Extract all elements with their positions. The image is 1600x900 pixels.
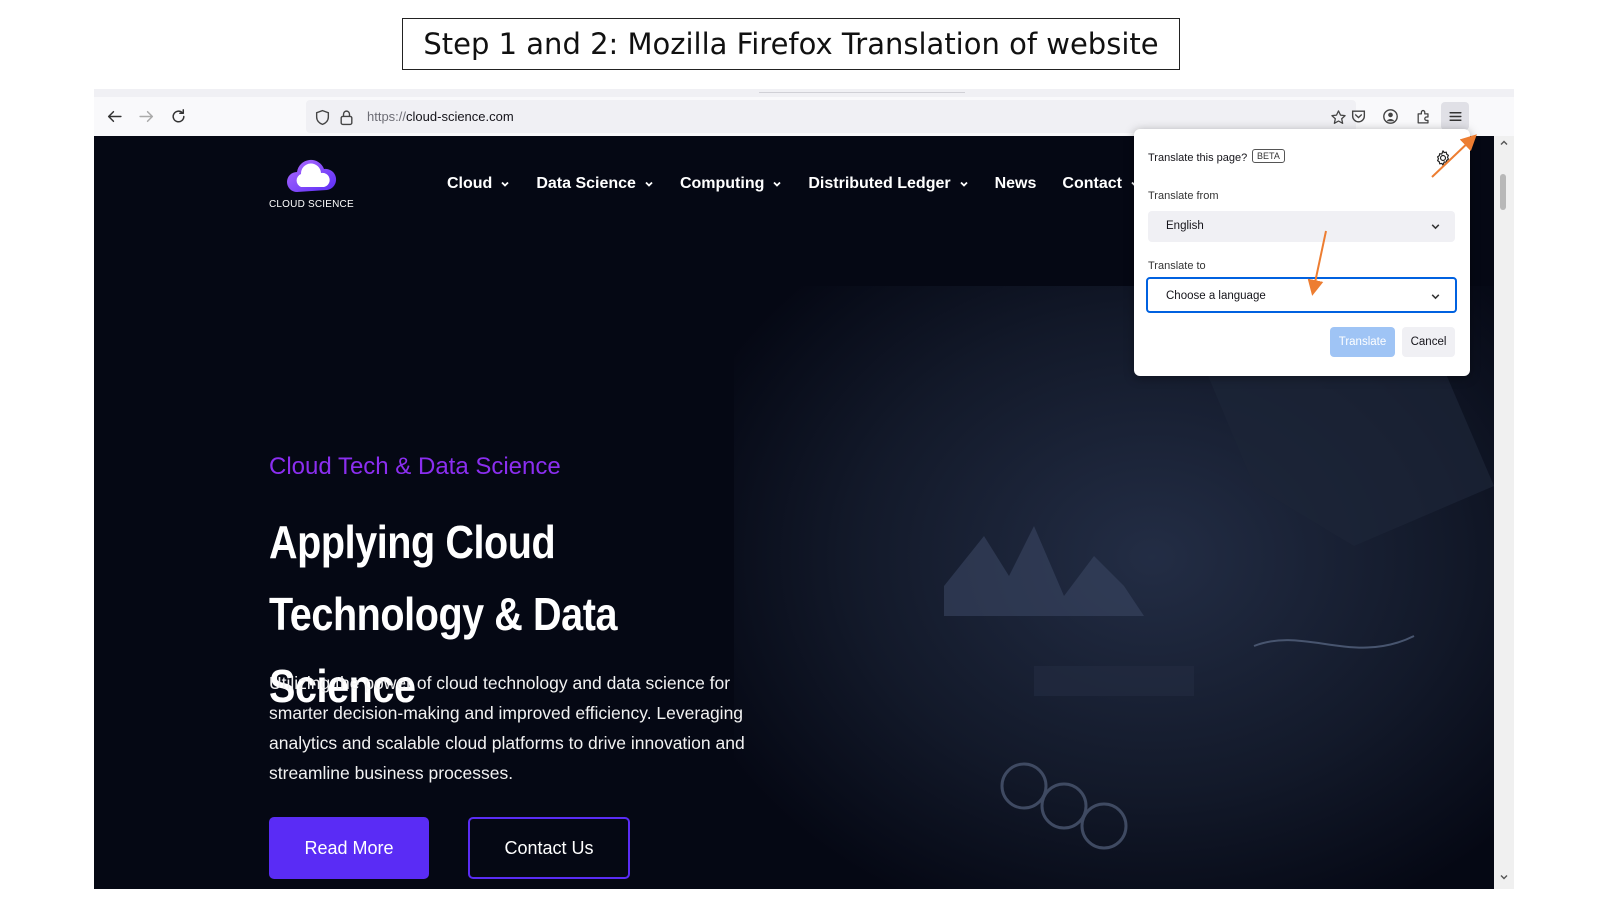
hamburger-menu-icon[interactable] bbox=[1441, 102, 1469, 130]
read-more-button[interactable]: Read More bbox=[269, 817, 429, 879]
translate-to-select[interactable]: Choose a language bbox=[1146, 277, 1457, 313]
chevron-down-icon bbox=[773, 181, 781, 187]
nav-item-cloud[interactable]: Cloud bbox=[447, 174, 510, 194]
translate-from-label: Translate from bbox=[1148, 190, 1219, 202]
translate-to-label: Translate to bbox=[1148, 260, 1206, 272]
chevron-down-icon bbox=[501, 181, 509, 187]
logo-text: CLOUD SCIENCE bbox=[269, 199, 354, 210]
nav-item-data-science[interactable]: Data Science bbox=[536, 174, 654, 194]
main-nav: Cloud Data Science Computing Distributed… bbox=[447, 174, 1140, 194]
scrollbar-thumb[interactable] bbox=[1500, 174, 1506, 210]
site-logo[interactable]: CLOUD SCIENCE bbox=[269, 154, 354, 214]
hero-kicker: Cloud Tech & Data Science bbox=[269, 453, 561, 480]
nav-label: Cloud bbox=[447, 175, 493, 192]
step-caption: Step 1 and 2: Mozilla Firefox Translatio… bbox=[402, 18, 1180, 70]
cloud-logo-icon bbox=[287, 159, 337, 192]
translate-from-select[interactable]: English bbox=[1148, 211, 1455, 242]
nav-item-contact[interactable]: Contact bbox=[1062, 174, 1140, 194]
translate-from-value: English bbox=[1166, 220, 1204, 232]
tab-strip bbox=[94, 89, 1514, 97]
chevron-down-icon bbox=[645, 181, 653, 187]
scroll-up-icon[interactable] bbox=[1499, 138, 1509, 148]
chevron-down-icon bbox=[959, 181, 968, 187]
url-protocol: https:// bbox=[367, 109, 407, 124]
page-scrollbar[interactable] bbox=[1494, 136, 1514, 889]
url-text[interactable]: https://cloud-science.com bbox=[367, 109, 514, 124]
cancel-button[interactable]: Cancel bbox=[1402, 327, 1455, 357]
nav-item-computing[interactable]: Computing bbox=[680, 174, 782, 194]
background-dashboard-image bbox=[734, 286, 1494, 889]
contact-us-button[interactable]: Contact Us bbox=[468, 817, 630, 879]
url-host: cloud-science.com bbox=[406, 109, 514, 124]
nav-label: Data Science bbox=[536, 175, 636, 192]
nav-item-news[interactable]: News bbox=[995, 174, 1037, 194]
extensions-icon[interactable] bbox=[1409, 102, 1437, 130]
gear-icon[interactable] bbox=[1434, 149, 1452, 167]
scroll-down-icon[interactable] bbox=[1499, 872, 1509, 882]
account-icon[interactable] bbox=[1376, 102, 1404, 130]
hero-description: Utilizing the power of cloud technology … bbox=[269, 673, 745, 783]
active-tab-edge[interactable] bbox=[759, 89, 965, 93]
chevron-down-icon bbox=[1431, 294, 1440, 300]
translate-button[interactable]: Translate bbox=[1330, 327, 1395, 357]
reload-icon[interactable] bbox=[164, 102, 192, 130]
forward-icon[interactable] bbox=[132, 102, 160, 130]
beta-badge: BETA bbox=[1252, 149, 1285, 163]
pocket-icon[interactable] bbox=[1344, 102, 1372, 130]
nav-label: News bbox=[994, 175, 1037, 192]
nav-label: Distributed Ledger bbox=[808, 175, 951, 192]
nav-label: Computing bbox=[679, 175, 765, 192]
chevron-down-icon bbox=[1431, 224, 1440, 230]
panel-title: Translate this page? bbox=[1148, 152, 1248, 164]
lock-icon[interactable] bbox=[332, 103, 360, 131]
translation-panel: Translate this page? BETA Translate from… bbox=[1134, 129, 1470, 376]
nav-item-distributed-ledger[interactable]: Distributed Ledger bbox=[808, 174, 968, 194]
back-icon[interactable] bbox=[100, 102, 128, 130]
nav-label: Contact bbox=[1062, 175, 1122, 192]
translate-to-value: Choose a language bbox=[1166, 290, 1266, 302]
